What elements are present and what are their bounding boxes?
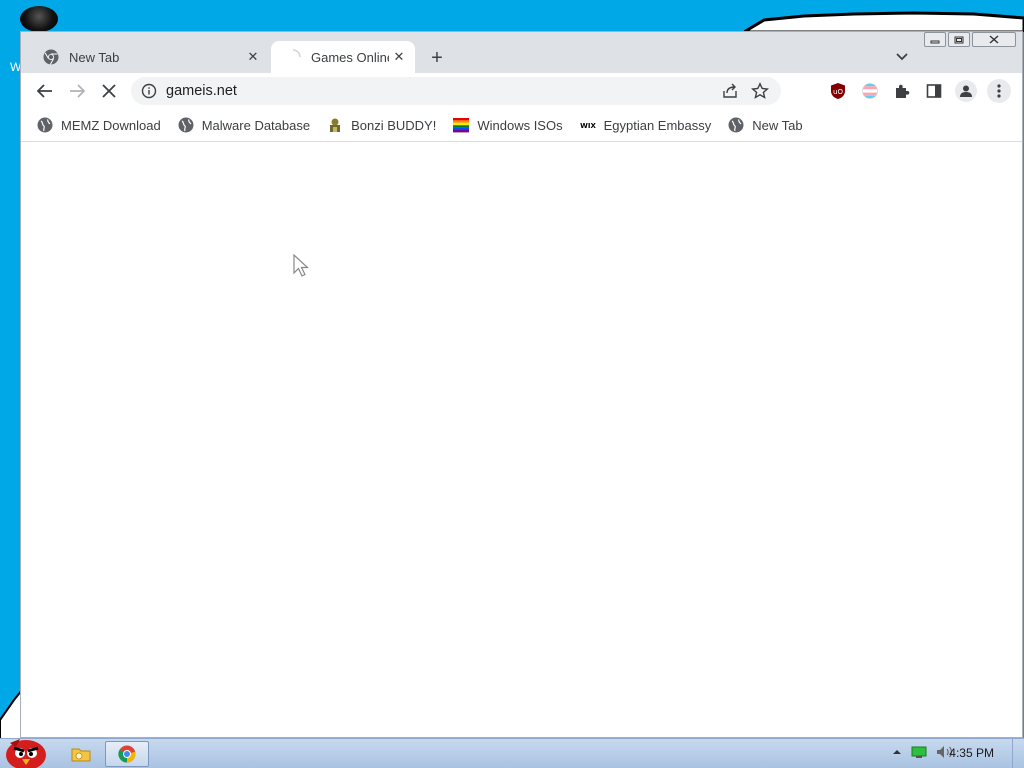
address-bar[interactable]: gameis.net [131, 77, 781, 105]
bookmark-star-icon[interactable] [751, 82, 769, 100]
arrow-left-icon [37, 84, 52, 98]
show-desktop-button[interactable] [1012, 739, 1024, 768]
close-tab-icon[interactable]: ✕ [389, 47, 409, 67]
bookmark-label: Windows ISOs [477, 117, 563, 133]
taskbar-chrome[interactable] [105, 741, 149, 767]
kebab-menu-icon [997, 84, 1001, 98]
pride-extension-button[interactable] [860, 81, 880, 101]
side-panel-button[interactable] [924, 81, 944, 101]
browser-window: New Tab ✕ Games Online ✕ + gameis.net uO… [20, 31, 1023, 738]
bookmark-memz-download[interactable]: MEMZ Download [37, 117, 161, 133]
ublock-extension-button[interactable]: uO [828, 81, 848, 101]
network-icon[interactable] [911, 745, 927, 759]
tab-games-online[interactable]: Games Online ✕ [271, 41, 415, 73]
stop-loading-button[interactable] [96, 78, 122, 104]
navigation-toolbar: gameis.net uO [21, 73, 1022, 109]
system-tray [892, 745, 954, 759]
menu-button[interactable] [987, 79, 1011, 103]
tab-title: New Tab [69, 49, 120, 65]
chevron-down-icon [896, 53, 908, 61]
bookmark-label: MEMZ Download [61, 117, 161, 133]
trans-flag-icon [862, 83, 878, 99]
minimize-button[interactable] [924, 32, 946, 47]
bookmark-label: Egyptian Embassy [603, 117, 712, 133]
profile-button[interactable] [955, 80, 977, 102]
bookmark-label: Malware Database [201, 117, 311, 133]
forward-button[interactable] [64, 78, 90, 104]
bookmark-label: Bonzi BUDDY! [351, 117, 437, 133]
bookmarks-bar: MEMZ Download Malware Database Bonzi BUD… [21, 109, 1022, 142]
start-button-angry-bird-icon[interactable] [2, 733, 48, 768]
minimize-icon [930, 40, 940, 43]
folder-icon [71, 748, 91, 762]
bookmark-new-tab[interactable]: New Tab [728, 117, 803, 133]
loading-spinner-icon [292, 49, 301, 58]
desktop-wallpaper-scribble [744, 11, 1024, 32]
bookmark-windows-isos[interactable]: Windows ISOs [453, 117, 563, 133]
close-icon [989, 35, 999, 44]
ublock-shield-icon: uO [831, 83, 845, 99]
mouse-pointer-icon [293, 254, 310, 277]
new-tab-button[interactable]: + [425, 46, 449, 70]
back-button[interactable] [32, 78, 58, 104]
avatar-icon [960, 85, 972, 97]
puzzle-piece-icon [896, 84, 910, 98]
globe-icon [178, 117, 194, 133]
rainbow-flag-icon [453, 118, 470, 133]
globe-icon [37, 117, 53, 133]
close-icon [102, 84, 116, 98]
svg-text:uO: uO [833, 88, 843, 96]
chrome-icon [43, 49, 59, 65]
taskbar-clock[interactable]: 4:35 PM [949, 746, 994, 760]
bookmark-label: New Tab [752, 117, 803, 133]
show-hidden-icons-icon[interactable] [892, 748, 902, 756]
arrow-right-icon [70, 84, 85, 98]
desktop-icon-top[interactable] [20, 6, 58, 32]
tab-search-button[interactable] [892, 47, 912, 67]
window-controls [924, 32, 1016, 47]
extensions-button[interactable] [892, 81, 912, 101]
svg-text:WIX: WIX [580, 122, 596, 130]
wix-icon: WIX [580, 122, 596, 130]
bookmark-egyptian-embassy[interactable]: WIX Egyptian Embassy [580, 117, 712, 133]
site-info-icon[interactable] [141, 83, 157, 99]
taskbar-file-explorer[interactable] [62, 741, 100, 767]
bonzi-icon [330, 118, 341, 132]
restore-button[interactable] [948, 32, 970, 47]
chrome-icon [118, 745, 136, 763]
bookmark-bonzi-buddy[interactable]: Bonzi BUDDY! [327, 117, 436, 133]
taskbar: 4:35 PM [0, 738, 1024, 768]
globe-icon [728, 117, 744, 133]
restore-icon [954, 36, 964, 44]
tab-strip: New Tab ✕ Games Online ✕ + [21, 32, 1022, 73]
side-panel-icon [926, 84, 942, 98]
bookmark-malware-database[interactable]: Malware Database [178, 117, 310, 133]
tab-new-tab[interactable]: New Tab ✕ [29, 41, 269, 73]
page-content[interactable] [21, 142, 1022, 737]
close-tab-icon[interactable]: ✕ [243, 47, 263, 67]
url-text[interactable]: gameis.net [166, 83, 237, 99]
share-icon[interactable] [721, 82, 739, 100]
tab-title: Games Online [311, 49, 389, 65]
close-window-button[interactable] [972, 32, 1016, 47]
